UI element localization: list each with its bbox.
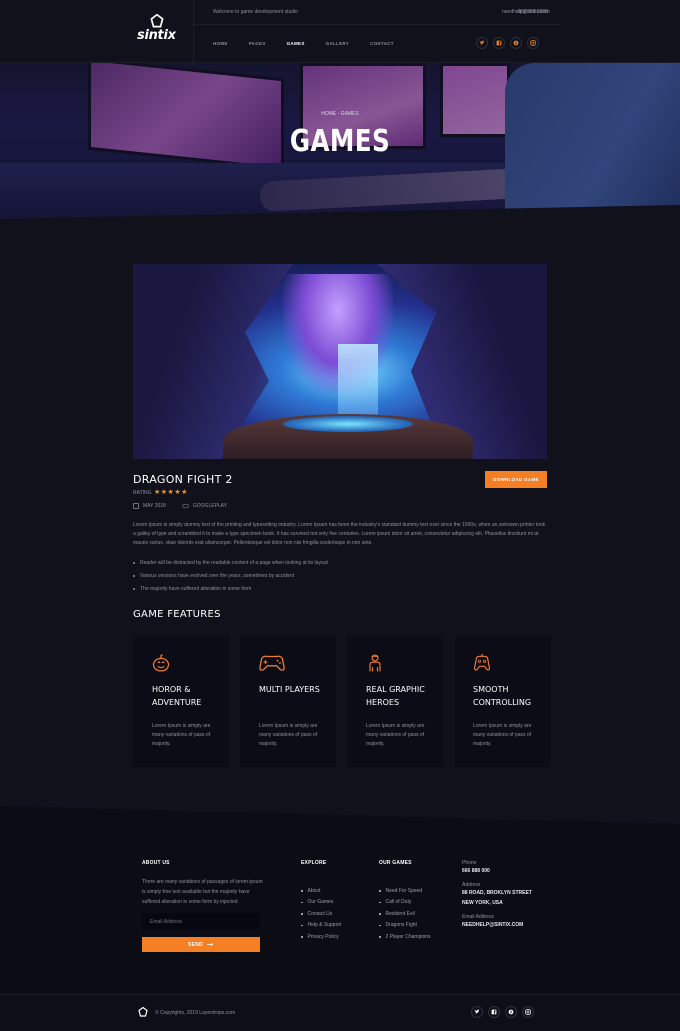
- feature-text: Lorem Ipsum is simply are many variation…: [259, 723, 318, 747]
- instagram-icon[interactable]: [522, 1006, 534, 1018]
- game-cover-image: [133, 264, 547, 459]
- bottom-bar: [0, 994, 680, 1031]
- send-button[interactable]: SEND: [142, 937, 260, 952]
- game-date: MAY 2018: [143, 503, 166, 509]
- nav-gallery[interactable]: GALLERY: [326, 41, 349, 46]
- welcome-text: Welcome to game development studio: [213, 9, 298, 15]
- feature-title: MULTI PLAYERS: [259, 685, 320, 694]
- feature-text: Lorem Ipsum is simply are many variation…: [473, 723, 532, 747]
- twitter-icon[interactable]: [471, 1006, 483, 1018]
- game-bullets: Reader will be distracted by the readabl…: [133, 556, 328, 595]
- footer-link[interactable]: About: [301, 885, 341, 897]
- controller-icon: [473, 653, 491, 671]
- header-socials: [476, 37, 539, 49]
- logo-mark-icon: [150, 14, 164, 28]
- list-item: Various versions have evolved over the y…: [133, 569, 328, 582]
- header-divider: [194, 24, 560, 25]
- pinterest-icon[interactable]: [510, 37, 522, 49]
- top-header: sintix Welcome to game development studi…: [0, 0, 680, 63]
- facebook-icon[interactable]: [493, 37, 505, 49]
- main-nav: HOME PAGES GAMES GALLERY CONTACT: [213, 41, 415, 46]
- feature-card: HOROR & ADVENTURE Lorem Ipsum is simply …: [133, 637, 229, 767]
- hero-banner: HOME - GAMES GAMES: [0, 63, 680, 219]
- nav-pages[interactable]: PAGES: [249, 41, 266, 46]
- feature-card: SMOOTH CONTROLLING Lorem Ipsum is simply…: [454, 637, 550, 767]
- footer-explore: EXPLORE About Our Games Contact Us Help …: [301, 860, 341, 943]
- footer-link[interactable]: Our Games: [301, 897, 341, 909]
- page-title: GAMES: [289, 124, 391, 159]
- list-item: Reader will be distracted by the readabl…: [133, 556, 328, 569]
- instagram-icon[interactable]: [527, 37, 539, 49]
- pumpkin-icon: [152, 654, 170, 672]
- facebook-icon[interactable]: [488, 1006, 500, 1018]
- footer-link[interactable]: Help & Support: [301, 920, 342, 932]
- footer-about-title: ABOUT US: [142, 860, 170, 866]
- logo[interactable]: sintix: [120, 0, 194, 63]
- gamepad-small-icon: [182, 503, 189, 509]
- footer-socials: [471, 1006, 534, 1018]
- feature-card: REAL GRAPHIC HEROES Lorem Ipsum is simpl…: [347, 637, 443, 767]
- game-title: DRAGON FIGHT 2: [133, 473, 233, 486]
- game-platform: GOOGLEPLAY: [192, 503, 227, 509]
- feature-title: SMOOTH CONTROLLING: [473, 685, 532, 707]
- game-meta: MAY 2018 GOOGLEPLAY: [133, 503, 227, 509]
- footer-about-text: There are many variations of passages of…: [142, 879, 263, 905]
- footer-link[interactable]: Call of Duty: [379, 897, 431, 909]
- footer-email[interactable]: NEEDHELP@SINTIX.COM: [462, 920, 542, 930]
- footer-about: ABOUT US There are many variations of pa…: [142, 860, 264, 907]
- footer-link[interactable]: Privacy Policy: [301, 931, 341, 943]
- gamepad-icon: [259, 655, 285, 671]
- newsletter-email-input[interactable]: [142, 913, 260, 930]
- twitter-icon[interactable]: [476, 37, 488, 49]
- footer-logo-icon[interactable]: [138, 1007, 148, 1017]
- send-label: SEND: [187, 941, 204, 948]
- feature-card: MULTI PLAYERS Lorem Ipsum is simply are …: [240, 637, 336, 767]
- footer-games: OUR GAMES Need For Speed Call of Duty Re…: [379, 860, 431, 943]
- feature-title: HOROR & ADVENTURE: [152, 685, 202, 707]
- game-description: Lorem Ipsum is simply dummy text of the …: [133, 522, 546, 546]
- footer-link[interactable]: Need For Speed: [379, 885, 431, 897]
- footer-explore-title: EXPLORE: [301, 860, 327, 866]
- feature-text: Lorem Ipsum is simply are many variation…: [152, 723, 211, 747]
- arrow-right-icon: [207, 942, 214, 947]
- footer-link[interactable]: Contact Us: [301, 908, 341, 920]
- footer-link[interactable]: Resident Evil: [379, 908, 431, 920]
- list-item: The majority have suffered alteration in…: [133, 582, 328, 595]
- pinterest-icon[interactable]: [505, 1006, 517, 1018]
- footer-games-title: OUR GAMES: [379, 860, 412, 866]
- rating-stars: ★★★★★: [154, 489, 188, 496]
- breadcrumb: HOME - GAMES: [321, 111, 359, 117]
- footer-contact: Phone 666 888 000 Address 88 ROAD, BROKL…: [462, 860, 542, 936]
- header-email[interactable]: needhelp@sintix.com: [502, 9, 550, 15]
- rating-label: RATING: [133, 490, 152, 496]
- feature-title: REAL GRAPHIC HEROES: [366, 685, 425, 707]
- nav-home[interactable]: HOME: [213, 41, 228, 46]
- features-title: GAME FEATURES: [133, 609, 221, 620]
- footer-address: 88 ROAD, BROKLYN STREET NEW YORK, USA: [462, 890, 532, 906]
- footer-link[interactable]: Dragons Fight: [379, 920, 431, 932]
- footer-phone[interactable]: 666 888 000: [462, 866, 542, 876]
- character-icon: [369, 654, 381, 672]
- features-grid: HOROR & ADVENTURE Lorem Ipsum is simply …: [133, 637, 550, 767]
- copyright-text: © Copyrights, 2019 Layerdrops.com: [155, 1010, 236, 1016]
- footer-link[interactable]: 2 Player Champions: [379, 931, 431, 943]
- feature-text: Lorem Ipsum is simply are many variation…: [366, 723, 425, 747]
- nav-contact[interactable]: CONTACT: [370, 41, 394, 46]
- logo-text: sintix: [137, 28, 176, 43]
- nav-games[interactable]: GAMES: [287, 41, 305, 46]
- download-game-button[interactable]: DOWNLOAD GAME: [485, 471, 547, 488]
- calendar-icon: [133, 503, 139, 509]
